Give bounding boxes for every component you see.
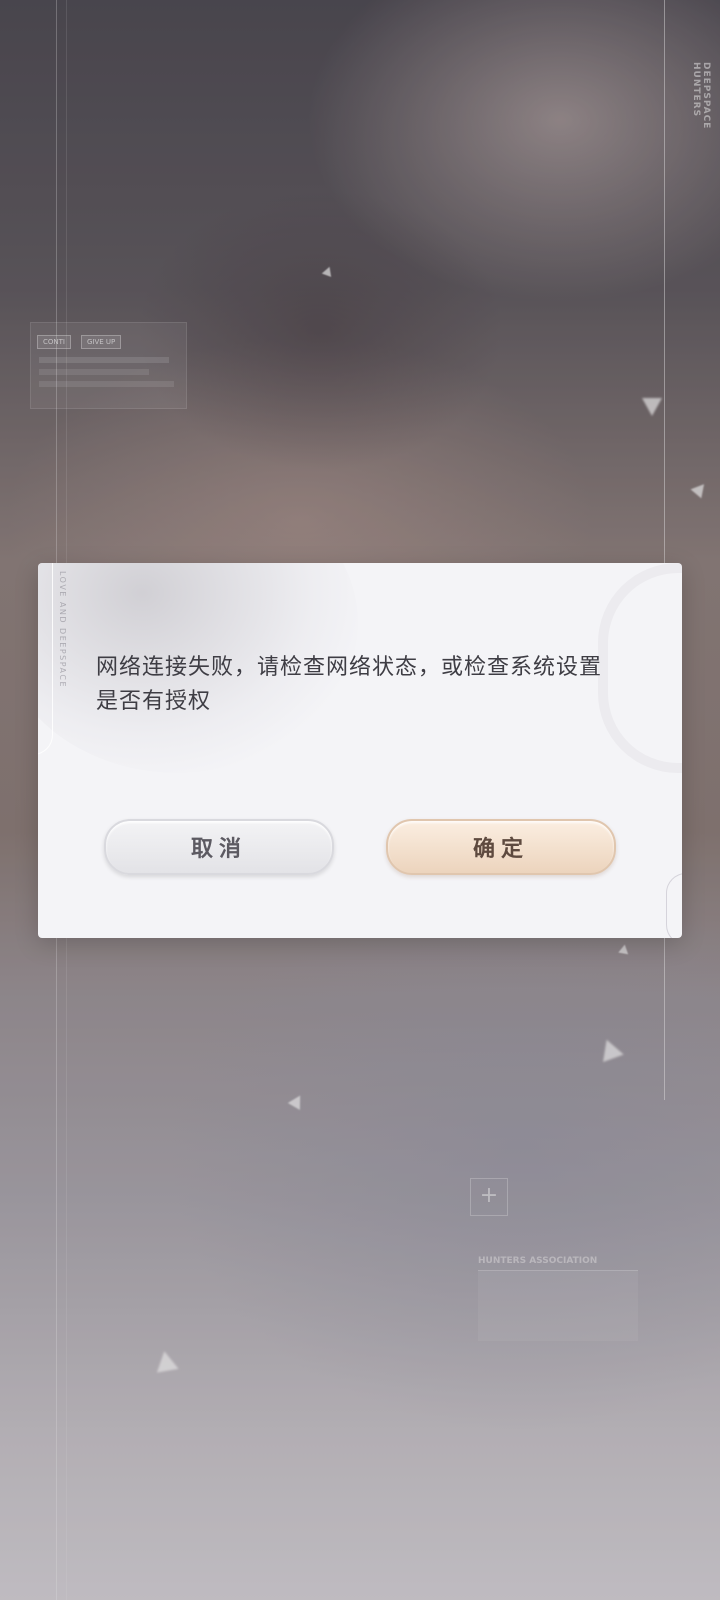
dialog-ring-decoration	[666, 873, 682, 938]
confirm-button-label: 确定	[472, 836, 529, 862]
cancel-button-label: 取消	[190, 836, 247, 862]
cancel-button[interactable]: 取消	[104, 819, 334, 875]
dialog-side-label: LOVE AND DEEPSPACE	[58, 571, 67, 689]
dialog-message: 网络连接失败，请检查网络状态，或检查系统设置是否有授权	[96, 655, 603, 714]
dialog-ring-decoration	[38, 563, 53, 755]
network-error-dialog: LOVE AND DEEPSPACE 网络连接失败，请检查网络状态，或检查系统设…	[38, 563, 682, 938]
confirm-button[interactable]: 确定	[386, 819, 616, 875]
